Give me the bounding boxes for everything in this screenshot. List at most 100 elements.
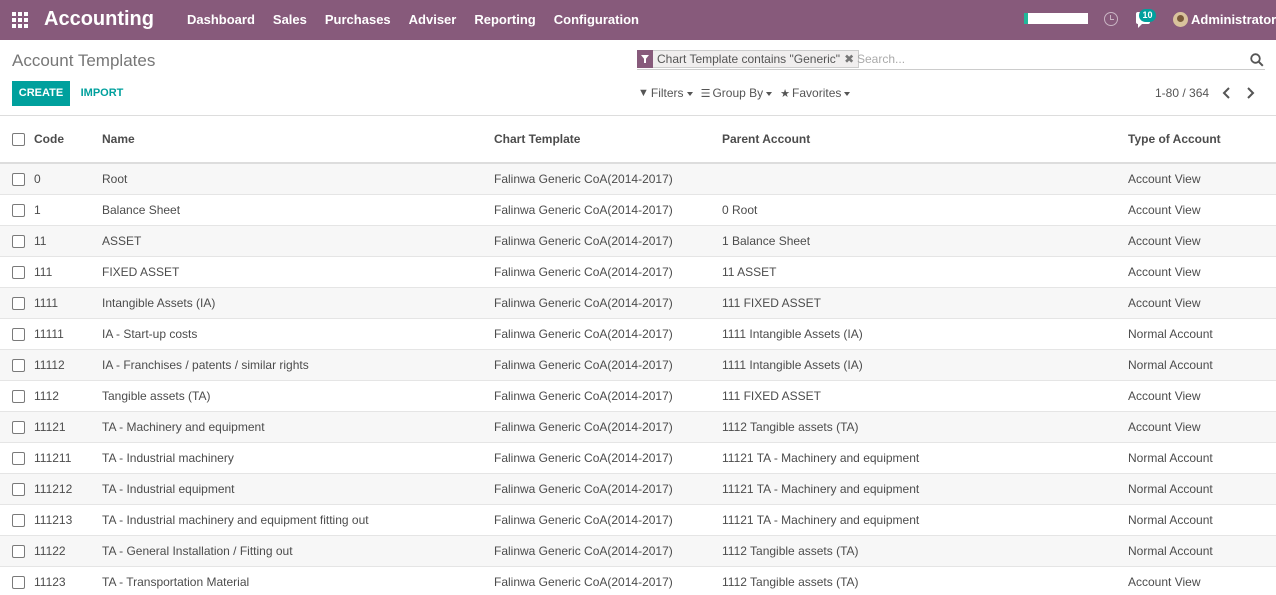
cell-code: 111 (34, 264, 53, 279)
cell-name: ASSET (102, 233, 142, 248)
cell-parent-account (722, 163, 1128, 194)
breadcrumb: Account Templates (12, 51, 156, 70)
row-select-cell (0, 349, 34, 380)
chevron-left-icon[interactable] (1220, 85, 1234, 101)
row-checkbox[interactable] (12, 265, 25, 279)
cell-chart-template: Falinwa Generic CoA(2014-2017) (494, 295, 673, 310)
cell-type-of-account: Normal Account (1128, 481, 1213, 496)
cell-chart-template: Falinwa Generic CoA(2014-2017) (494, 512, 673, 527)
cell-code: 11123 (34, 574, 66, 589)
cell-name: Tangible assets (TA) (102, 388, 211, 403)
chevron-right-icon[interactable] (1243, 85, 1257, 101)
cell-name: TA - Industrial equipment (102, 481, 235, 496)
cell-parent-account: 111 FIXED ASSET (722, 388, 821, 403)
menu-item-dashboard[interactable]: Dashboard (178, 0, 264, 40)
table-row[interactable]: 111212 TA - Industrial equipment Falinwa G… (0, 473, 1276, 504)
cell-code: 11121 (34, 419, 66, 434)
activity-clock-icon[interactable] (1104, 12, 1118, 26)
menu-item-sales[interactable]: Sales (264, 0, 316, 40)
cell-parent-account: 1111 Intangible Assets (IA) (722, 326, 863, 341)
table-row[interactable]: 11111 IA - Start-up costs Falinwa Generic … (0, 318, 1276, 349)
filters-dropdown[interactable]: ▼ Filters (638, 86, 693, 100)
user-avatar[interactable] (1173, 12, 1188, 27)
table-row[interactable]: 11122 TA - General Installation / Fitting… (0, 535, 1276, 566)
group-by-dropdown[interactable]: ☰ Group By (701, 86, 773, 100)
row-checkbox[interactable] (12, 296, 25, 310)
column-header-chart-template[interactable]: Chart Template (494, 116, 722, 163)
table-row[interactable]: 111 FIXED ASSET Falinwa Generic CoA(2014-2… (0, 256, 1276, 287)
apps-menu-icon[interactable] (12, 12, 29, 28)
table-row[interactable]: 11 ASSET Falinwa Generic CoA(2014-2017) 1 B… (0, 225, 1276, 256)
row-checkbox[interactable] (12, 172, 25, 186)
cell-type-of-account: Account View (1128, 295, 1201, 310)
notification-badge: 10 (1139, 9, 1156, 22)
cell-parent-account: 1111 Intangible Assets (IA) (722, 357, 863, 372)
favorites-label: Favorites (792, 86, 842, 100)
menu-item-adviser[interactable]: Adviser (400, 0, 466, 40)
table-row[interactable]: 11123 TA - Transportation Material Falinwa… (0, 566, 1276, 595)
row-checkbox[interactable] (12, 544, 25, 558)
table-row[interactable]: 1112 Tangible assets (TA) Falinwa Generic … (0, 380, 1276, 411)
create-button[interactable]: CREATE (12, 81, 70, 106)
column-header-type-of-account[interactable]: Type of Account (1128, 116, 1276, 163)
cell-chart-template: Falinwa Generic CoA(2014-2017) (494, 171, 673, 186)
cell-type-of-account: Account View (1128, 264, 1201, 279)
table-row[interactable]: 11112 IA - Franchises / patents / similar… (0, 349, 1276, 380)
row-checkbox[interactable] (12, 327, 25, 341)
menu-item-purchases[interactable]: Purchases (316, 0, 400, 40)
onboarding-progress-bar[interactable] (1024, 13, 1088, 24)
favorites-dropdown[interactable]: ★ Favorites (780, 86, 851, 100)
row-checkbox[interactable] (12, 358, 25, 372)
row-select-cell (0, 318, 34, 349)
cell-parent-account: 11 ASSET (722, 264, 777, 279)
cell-chart-template: Falinwa Generic CoA(2014-2017) (494, 481, 673, 496)
pager-value[interactable]: 1-80 / 364 (1155, 86, 1209, 100)
table-row[interactable]: 111213 TA - Industrial machinery and equi… (0, 504, 1276, 535)
user-menu[interactable]: Administrator (1191, 12, 1276, 27)
cell-chart-template: Falinwa Generic CoA(2014-2017) (494, 233, 673, 248)
cell-parent-account: 11121 TA - Machinery and equipment (722, 481, 920, 496)
cell-type-of-account: Account View (1128, 388, 1201, 403)
filters-label: Filters (650, 86, 684, 100)
app-name[interactable]: Accounting (44, 8, 154, 31)
row-checkbox[interactable] (12, 234, 25, 248)
cell-parent-account: 11121 TA - Machinery and equipment (722, 450, 920, 465)
cell-chart-template: Falinwa Generic CoA(2014-2017) (494, 388, 673, 403)
cell-code: 1 (34, 202, 41, 217)
table-row[interactable]: 11121 TA - Machinery and equipment Falinwa… (0, 411, 1276, 442)
row-checkbox[interactable] (12, 203, 25, 217)
select-all-checkbox[interactable] (12, 133, 25, 147)
cell-chart-template: Falinwa Generic CoA(2014-2017) (494, 326, 673, 341)
row-checkbox[interactable] (12, 575, 25, 589)
column-header-name[interactable]: Name (102, 116, 494, 163)
row-checkbox[interactable] (12, 513, 25, 527)
cell-code: 1112 (34, 388, 59, 403)
column-header-parent-account[interactable]: Parent Account (722, 116, 1128, 163)
row-checkbox[interactable] (12, 420, 25, 434)
import-button[interactable]: IMPORT (74, 81, 130, 106)
search-bar: Chart Template contains "Generic" ✖ (637, 49, 1265, 70)
row-checkbox[interactable] (12, 482, 25, 496)
cell-name: Intangible Assets (IA) (102, 295, 216, 310)
table-row[interactable]: 1 Balance Sheet Falinwa Generic CoA(2014-2… (0, 194, 1276, 225)
cell-type-of-account: Normal Account (1128, 512, 1213, 527)
column-header-code[interactable]: Code (34, 116, 102, 163)
table-row[interactable]: 111211 TA - Industrial machinery Falinwa G… (0, 442, 1276, 473)
facet-label: Chart Template contains "Generic" (657, 52, 841, 66)
cell-code: 11112 (34, 357, 65, 372)
menu-item-reporting[interactable]: Reporting (465, 0, 544, 40)
row-checkbox[interactable] (12, 451, 25, 465)
search-input[interactable] (857, 50, 1237, 68)
cell-name: Root (102, 171, 128, 186)
search-icon[interactable] (1250, 53, 1264, 67)
cell-type-of-account: Account View (1128, 202, 1201, 217)
menu-item-configuration[interactable]: Configuration (545, 0, 648, 40)
cell-chart-template: Falinwa Generic CoA(2014-2017) (494, 450, 673, 465)
row-checkbox[interactable] (12, 389, 25, 403)
table-row[interactable]: 1111 Intangible Assets (IA) Falinwa Generi… (0, 287, 1276, 318)
filter-icon (637, 49, 653, 68)
table-row[interactable]: 0 Root Falinwa Generic CoA(2014-2017) Accou… (0, 163, 1276, 194)
row-select-cell (0, 504, 34, 535)
cell-parent-account: 1 Balance Sheet (722, 233, 811, 248)
cell-code: 11111 (34, 326, 64, 341)
